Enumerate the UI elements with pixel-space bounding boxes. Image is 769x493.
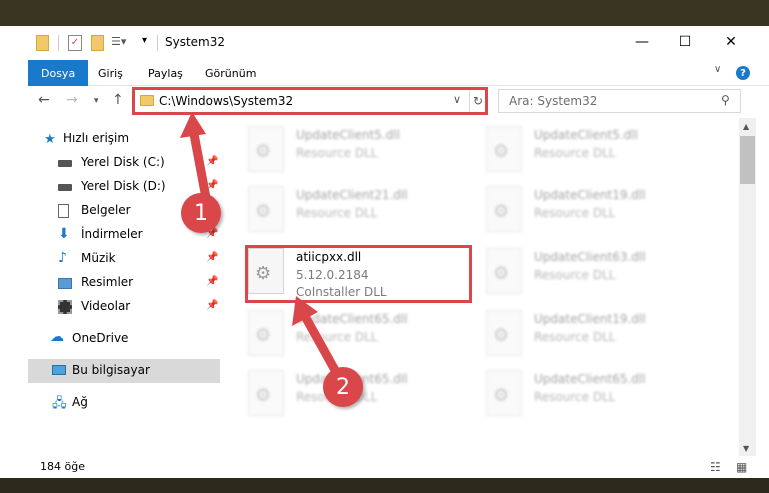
arrow-1: [180, 112, 211, 203]
arrow-2: [292, 296, 341, 377]
annotation-arrows: [180, 112, 341, 377]
step-badge-2: 2: [323, 367, 363, 407]
step-badge-1: 1: [181, 193, 221, 233]
